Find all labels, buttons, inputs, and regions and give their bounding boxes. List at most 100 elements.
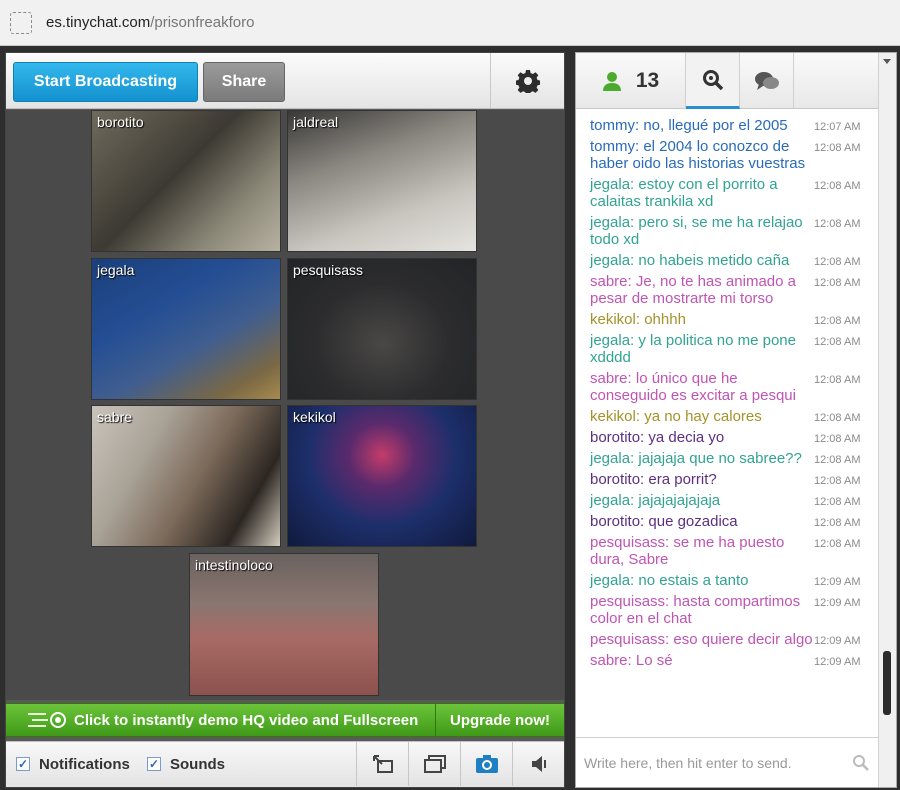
video-tile[interactable]: kekikol [287, 405, 477, 547]
notifications-checkbox[interactable]: ✓ [16, 757, 30, 771]
chat-message-text: borotito: que gozadica [590, 513, 738, 530]
chat-username[interactable]: sabre [590, 652, 628, 669]
broadcast-panel: Start Broadcasting Share borotito jaldre… [5, 52, 565, 788]
chat-timestamp: 12:08 AM [814, 475, 861, 487]
speaker-icon [531, 756, 546, 772]
chat-text: ohhhh [644, 311, 686, 328]
chat-log: tommy: no, llegué por el 2005 12:07 AM tom… [576, 111, 878, 737]
notifications-label: Notifications [39, 756, 130, 773]
chat-message: jegala: estoy con el porrito a calaitas … [590, 176, 878, 210]
chat-timestamp: 12:09 AM [814, 635, 861, 647]
chat-message: jegala: no estais a tanto 12:09 AM [590, 572, 878, 589]
chat-message: jegala: y la politica no me pone xdddd 12… [590, 332, 878, 366]
chat-timestamp: 12:08 AM [814, 315, 861, 327]
chat-message: jegala: pero si, se me ha relajao todo x… [590, 214, 878, 248]
tab-chat[interactable] [740, 53, 794, 109]
scrollbar-thumb[interactable] [883, 651, 891, 715]
video-tile[interactable]: borotito [91, 110, 281, 252]
chat-text: no estais a tanto [638, 572, 749, 589]
chat-input-bar [576, 737, 878, 787]
chat-username[interactable]: sabre [590, 370, 628, 387]
chat-message-text: kekikol: ohhhh [590, 311, 686, 328]
video-username: borotito [97, 114, 144, 130]
chat-username[interactable]: borotito [590, 513, 640, 530]
sounds-checkbox[interactable]: ✓ [147, 757, 161, 771]
chat-username[interactable]: kekikol [590, 311, 636, 328]
share-button[interactable]: Share [203, 62, 285, 102]
scroll-down-icon[interactable] [883, 59, 891, 64]
tab-search[interactable] [686, 53, 740, 109]
chat-message: borotito: era porrit? 12:08 AM [590, 471, 878, 488]
user-icon [602, 72, 621, 91]
chat-text: era porrit? [648, 471, 717, 488]
chat-username[interactable]: pesquisass [590, 593, 665, 610]
chat-username[interactable]: kekikol [590, 408, 636, 425]
video-tile[interactable]: jegala [91, 258, 281, 400]
chat-username[interactable]: jegala [590, 176, 630, 193]
chat-text: Lo sé [635, 652, 673, 669]
chat-username[interactable]: pesquisass [590, 631, 665, 648]
snapshot-button[interactable] [460, 742, 512, 786]
chat-message-text: pesquisass: eso quiere decir algo [590, 631, 813, 648]
chat-panel: 13 tommy: no, llegué por el 2005 12:07 AM… [575, 52, 897, 788]
chat-message-text: sabre: Lo sé [590, 652, 673, 669]
promo-text[interactable]: Click to instantly demo HQ video and Ful… [74, 712, 434, 729]
popout-button[interactable] [356, 742, 408, 786]
chat-timestamp: 12:09 AM [814, 656, 861, 668]
chat-username[interactable]: borotito [590, 429, 640, 446]
chat-username[interactable]: tommy [590, 138, 635, 155]
chat-message-text: jegala: jajajajajajaja [590, 492, 721, 509]
chat-username[interactable]: borotito [590, 471, 640, 488]
chat-message-text: kekikol: ya no hay calores [590, 408, 762, 425]
video-tile[interactable]: sabre [91, 405, 281, 547]
chat-username[interactable]: jegala [590, 572, 630, 589]
chat-timestamp: 12:08 AM [814, 218, 861, 230]
video-tile[interactable]: pesquisass [287, 258, 477, 400]
chat-text: ya decia yo [648, 429, 725, 446]
chat-username[interactable]: pesquisass [590, 534, 665, 551]
chat-input[interactable] [584, 751, 834, 775]
chat-message-text: jegala: estoy con el porrito a calaitas … [590, 176, 778, 210]
chat-username[interactable]: jegala [590, 214, 630, 231]
video-tile[interactable]: jaldreal [287, 110, 477, 252]
chat-username[interactable]: jegala [590, 492, 630, 509]
chat-message-text: jegala: y la politica no me pone xdddd [590, 332, 796, 366]
window-button[interactable] [408, 742, 460, 786]
chat-username[interactable]: jegala [590, 450, 630, 467]
bottom-toolbar: ✓ Notifications ✓ Sounds [6, 741, 564, 787]
chat-username[interactable]: sabre [590, 273, 628, 290]
tab-users[interactable]: 13 [576, 53, 686, 109]
chat-bubbles-icon [754, 72, 779, 90]
promo-banner[interactable]: Click to instantly demo HQ video and Ful… [6, 703, 564, 737]
chat-username[interactable]: jegala [590, 332, 630, 349]
chat-message: sabre: Lo sé 12:09 AM [590, 652, 878, 669]
chat-username[interactable]: jegala [590, 252, 630, 269]
video-username: kekikol [293, 409, 336, 425]
chat-timestamp: 12:08 AM [814, 412, 861, 424]
chat-message-text: sabre: lo único que he conseguido es exc… [590, 370, 796, 404]
search-icon [702, 69, 723, 90]
chat-message-text: jegala: no estais a tanto [590, 572, 749, 589]
video-username: pesquisass [293, 262, 364, 278]
chat-tabs: 13 [576, 53, 878, 109]
broadcast-toolbar: Start Broadcasting Share [6, 53, 564, 109]
chat-timestamp: 12:08 AM [814, 517, 861, 529]
chat-message: kekikol: ohhhh 12:08 AM [590, 311, 878, 328]
settings-button[interactable] [490, 53, 564, 109]
chat-username[interactable]: tommy [590, 117, 635, 134]
chat-message-text: sabre: Je, no te has animado a pesar de … [590, 273, 796, 307]
volume-button[interactable] [512, 742, 564, 786]
chat-timestamp: 12:08 AM [814, 374, 861, 386]
chat-message: tommy: no, llegué por el 2005 12:07 AM [590, 117, 878, 134]
url-field[interactable]: es.tinychat.com/prisonfreakforo [46, 14, 254, 31]
search-icon[interactable] [852, 754, 870, 772]
windows-icon [423, 755, 446, 773]
chat-message: sabre: lo único que he conseguido es exc… [590, 370, 878, 404]
video-tile[interactable]: intestinoloco [189, 553, 379, 696]
start-broadcasting-button[interactable]: Start Broadcasting [13, 62, 198, 102]
browser-address-bar: es.tinychat.com/prisonfreakforo [0, 0, 900, 46]
upgrade-button[interactable]: Upgrade now! [435, 704, 564, 736]
video-username: sabre [97, 409, 133, 425]
chat-scrollbar[interactable] [878, 53, 896, 787]
chat-timestamp: 12:08 AM [814, 277, 861, 289]
